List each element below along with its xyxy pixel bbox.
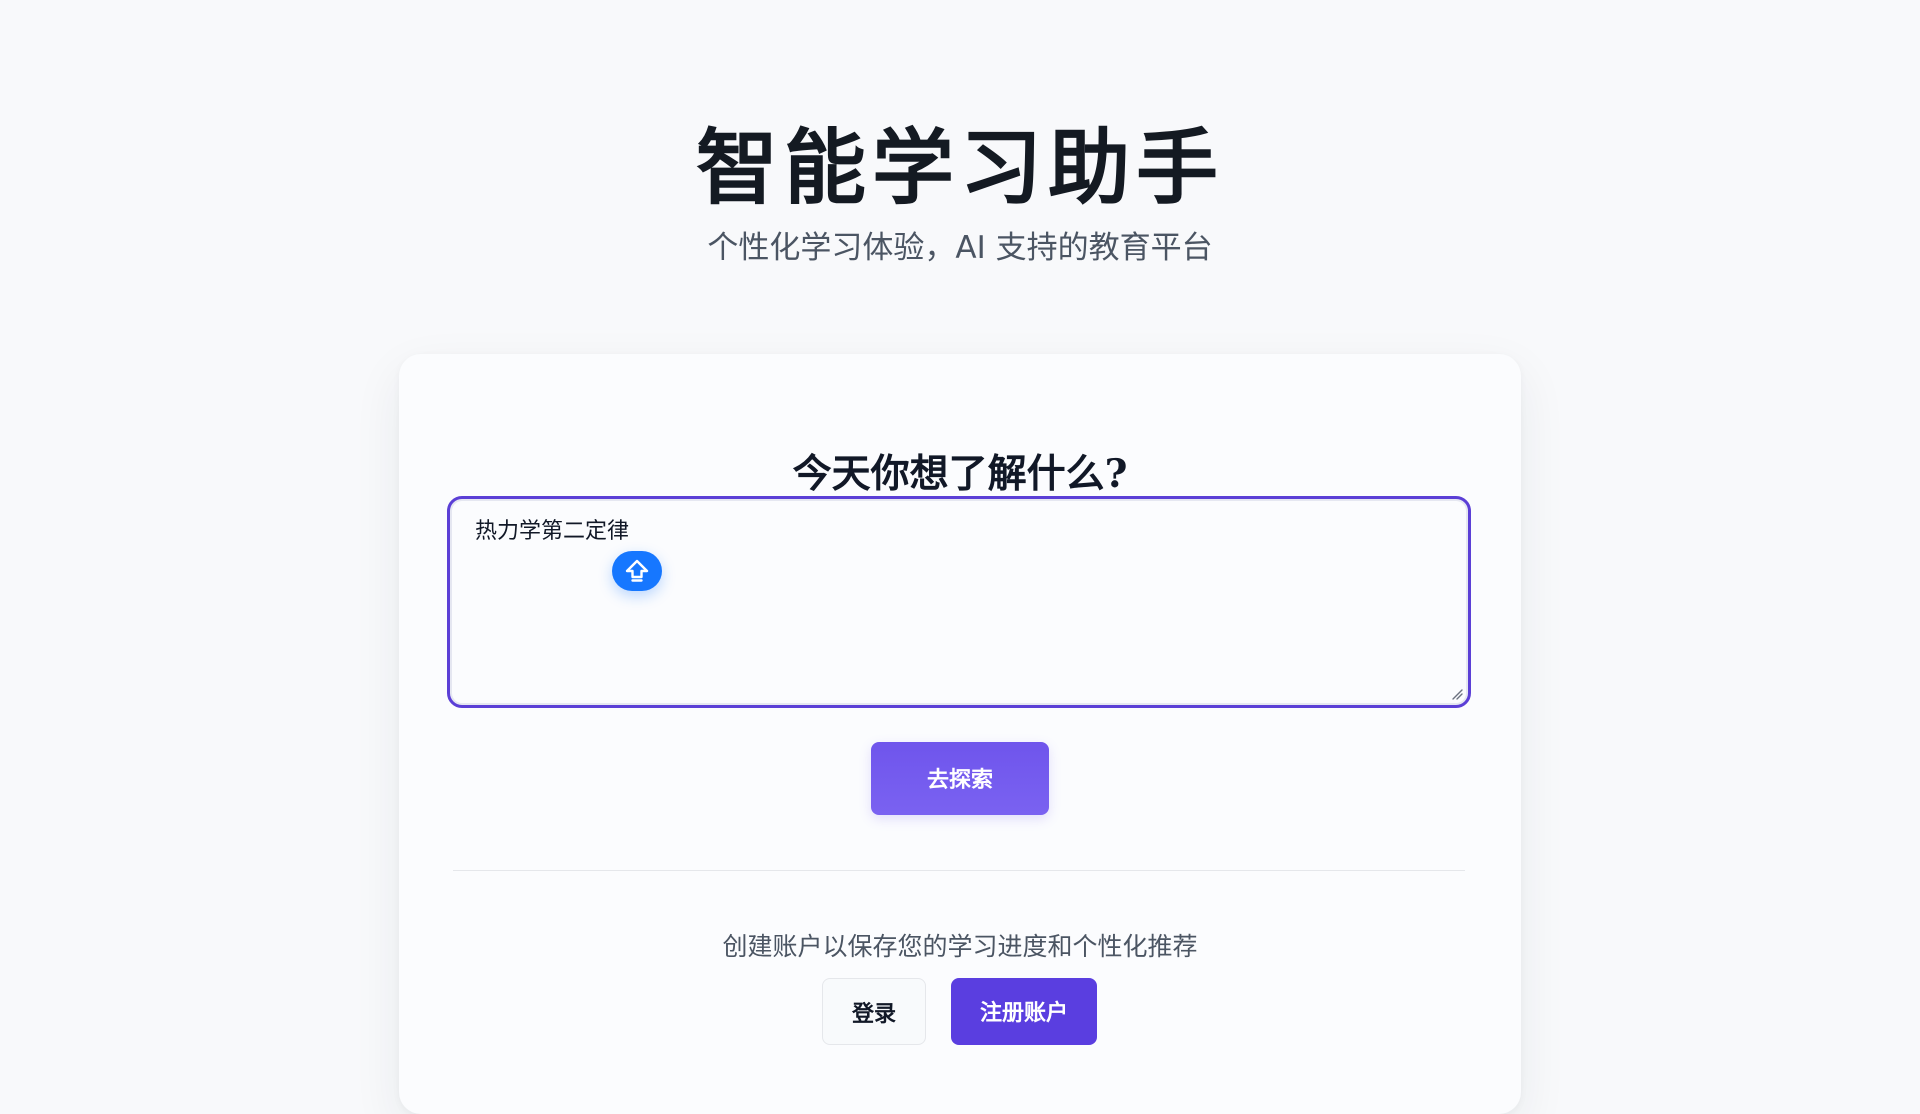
account-hint: 创建账户以保存您的学习进度和个性化推荐 (722, 932, 1198, 961)
register-button[interactable]: 注册账户 (951, 978, 1097, 1045)
section-divider (453, 870, 1465, 871)
query-textarea[interactable]: 热力学第二定律 (447, 496, 1471, 708)
page-title: 智能学习助手 (695, 120, 1224, 216)
query-heading: 今天你想了解什么? (792, 451, 1128, 498)
learning-query-card: 今天你想了解什么? 热力学第二定律 去探索 创建账户以保存您的学习进度和个性化推… (399, 354, 1521, 1114)
login-button[interactable]: 登录 (822, 978, 926, 1045)
page-subtitle: 个性化学习体验，AI 支持的教育平台 (707, 230, 1213, 266)
floating-upload-button[interactable] (612, 551, 662, 591)
query-value[interactable]: 热力学第二定律 (475, 517, 629, 547)
resize-grip-icon[interactable] (1449, 686, 1463, 700)
explore-button[interactable]: 去探索 (871, 742, 1049, 815)
upload-arrow-icon (625, 559, 649, 582)
